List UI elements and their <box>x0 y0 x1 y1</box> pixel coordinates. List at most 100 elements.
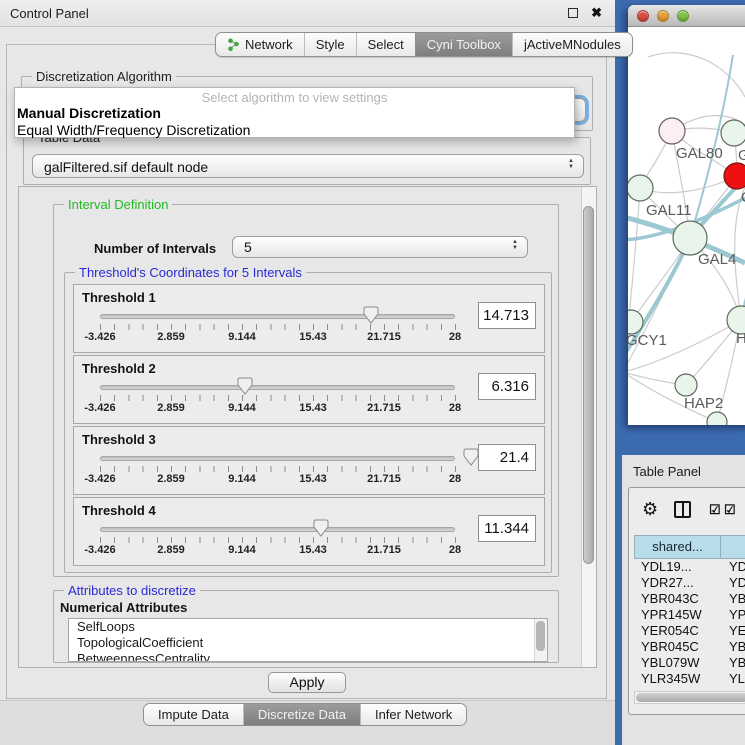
node-selected-red[interactable] <box>724 163 745 189</box>
node-label: GAL11 <box>646 202 692 219</box>
table-row[interactable]: YPR145WYPR1 <box>634 607 745 623</box>
network-window-titlebar <box>628 5 745 27</box>
tab-network[interactable]: Network <box>216 33 304 56</box>
threshold-3-slider-track[interactable] <box>100 456 455 461</box>
table-row[interactable]: YLR345WYLR3 <box>634 671 745 687</box>
threshold-1-value-field[interactable]: 14.713 <box>478 302 536 329</box>
threshold-2-label: Threshold 2 <box>82 361 156 376</box>
node-bottom[interactable] <box>707 412 727 425</box>
threshold-2-slider-thumb[interactable] <box>237 377 253 395</box>
interval-definition-group: Interval Definition Number of Intervals … <box>53 204 559 577</box>
threshold-3-label: Threshold 3 <box>82 432 156 447</box>
number-of-intervals-value: 5 <box>244 239 252 255</box>
menu-item-equal-width-frequency[interactable]: Equal Width/Frequency Discretization <box>17 122 250 138</box>
checkbox-icon[interactable]: ☑ <box>724 502 736 518</box>
combo-arrows-icon: ▲▼ <box>512 239 518 251</box>
float-window-icon[interactable] <box>568 8 578 18</box>
discretization-algorithm-label: Discretization Algorithm <box>32 69 176 84</box>
algorithm-placeholder: Select algorithm to view settings <box>15 90 574 105</box>
list-item[interactable]: BetweennessCentrality <box>69 651 547 662</box>
interval-definition-label: Interval Definition <box>64 197 172 212</box>
settings-scrollpane: Interval Definition Number of Intervals … <box>18 186 597 668</box>
network-canvas[interactable]: GAL80 GA C GAL11 GAL4 GCY1 H HAP2 <box>628 27 745 425</box>
cyni-bottom-tabs: Impute Data Discretize Data Infer Networ… <box>143 703 467 726</box>
table-data-combobox[interactable]: galFiltered.sif default node ▲▼ <box>32 154 584 178</box>
table-window: ⚙ ☑ ☑ shared... na YDL19...YDL1 YDR27...… <box>628 487 745 715</box>
slider-ticks <box>100 395 456 401</box>
tab-infer-network[interactable]: Infer Network <box>360 704 466 725</box>
node-ga[interactable] <box>721 120 745 146</box>
table-row[interactable]: YDL19...YDL1 <box>634 559 745 575</box>
node-label: H <box>736 330 745 347</box>
column-header-shared-name[interactable]: shared... <box>634 535 721 559</box>
tab-select[interactable]: Select <box>356 33 415 56</box>
control-panel-titlebar: Control Panel ✖ <box>0 0 615 27</box>
mac-close-button[interactable] <box>637 10 649 22</box>
slider-scale-labels: -3.4262.8599.14415.4321.71528 <box>100 473 455 486</box>
column-header-name[interactable]: na <box>721 535 745 559</box>
node-gal4[interactable] <box>673 221 707 255</box>
numerical-attributes-list[interactable]: SelfLoops TopologicalCoefficient Between… <box>68 618 548 662</box>
node-gal11[interactable] <box>628 175 653 201</box>
threshold-3-box: Threshold 3 -3.4262.8599.14415.4321.7152… <box>73 426 545 495</box>
table-row[interactable]: YDR27...YDR2 <box>634 575 745 591</box>
tab-discretize-data[interactable]: Discretize Data <box>243 704 360 725</box>
settings-scrollbar-thumb[interactable] <box>583 206 594 564</box>
threshold-4-box: Threshold 4 -3.4262.8599.14415.4321.7152… <box>73 497 545 566</box>
gear-icon[interactable]: ⚙ <box>642 499 658 520</box>
table-rows: YDL19...YDL1 YDR27...YDR2 YBR043CYBR0 YP… <box>634 559 745 690</box>
threshold-4-slider-thumb[interactable] <box>313 519 329 537</box>
threshold-2-value-field[interactable]: 6.316 <box>478 373 536 400</box>
threshold-4-value-field[interactable]: 11.344 <box>478 515 536 542</box>
table-row[interactable]: YER054CYER0 <box>634 623 745 639</box>
numerical-attributes-label: Numerical Attributes <box>60 600 187 615</box>
table-row[interactable]: YBL079WYBL0 <box>634 655 745 671</box>
threshold-1-label: Threshold 1 <box>82 290 156 305</box>
list-item[interactable]: SelfLoops <box>69 619 547 635</box>
table-horizontal-scrollbar[interactable] <box>634 691 745 704</box>
threshold-4-slider-track[interactable] <box>100 527 455 532</box>
number-of-intervals-combobox[interactable]: 5 ▲▼ <box>232 236 528 258</box>
app-root: Control Panel ✖ Discretization Algorithm… <box>0 0 745 745</box>
node-hap2[interactable] <box>675 374 697 396</box>
node-label: HAP2 <box>684 395 723 412</box>
node-label: GCY1 <box>628 332 667 349</box>
mac-zoom-button[interactable] <box>677 10 689 22</box>
threshold-3-slider-thumb[interactable] <box>463 448 479 466</box>
thresholds-group: Threshold's Coordinates for 5 Intervals … <box>64 272 552 573</box>
threshold-1-box: Threshold 1 -3.4262.8599.14415.4321.7152… <box>73 284 545 353</box>
attributes-group: Attributes to discretize Numerical Attri… <box>53 590 559 663</box>
table-horizontal-scrollbar-thumb[interactable] <box>636 693 745 702</box>
threshold-2-slider-track[interactable] <box>100 385 455 390</box>
threshold-3-value-field[interactable]: 21.4 <box>478 444 536 471</box>
table-row[interactable]: YBR043CYBR0 <box>634 591 745 607</box>
tab-impute-data[interactable]: Impute Data <box>144 704 243 725</box>
split-columns-icon[interactable] <box>674 501 691 518</box>
node-label: GAL4 <box>698 251 736 268</box>
list-scrollbar[interactable] <box>534 619 547 661</box>
table-panel: Table Panel ⚙ ☑ ☑ shared... na YDL19...Y… <box>622 455 745 745</box>
slider-ticks <box>100 466 456 472</box>
list-scrollbar-thumb[interactable] <box>536 621 545 651</box>
threshold-1-slider-track[interactable] <box>100 314 455 319</box>
threshold-1-slider-thumb[interactable] <box>363 306 379 324</box>
close-icon[interactable]: ✖ <box>591 5 602 21</box>
number-of-intervals-label: Number of Intervals <box>94 241 216 256</box>
tab-cyni-toolbox[interactable]: Cyni Toolbox <box>415 33 512 56</box>
checkbox-icon[interactable]: ☑ <box>709 502 721 518</box>
network-view-window: GAL80 GA C GAL11 GAL4 GCY1 H HAP2 <box>628 5 745 425</box>
slider-ticks <box>100 324 456 330</box>
table-row[interactable]: YIL052CYIL0 <box>634 687 745 690</box>
mac-minimize-button[interactable] <box>657 10 669 22</box>
apply-button[interactable]: Apply <box>268 672 346 693</box>
list-item[interactable]: TopologicalCoefficient <box>69 635 547 651</box>
tab-jactivemnodules[interactable]: jActiveMNodules <box>512 33 632 56</box>
slider-scale-labels: -3.4262.8599.14415.4321.71528 <box>100 402 455 415</box>
slider-scale-labels: -3.4262.8599.14415.4321.71528 <box>100 331 455 344</box>
table-row[interactable]: YBR045CYBR0 <box>634 639 745 655</box>
menu-item-manual-discretization[interactable]: Manual Discretization <box>17 105 161 121</box>
settings-scrollbar[interactable] <box>581 187 596 667</box>
tab-content-panel: Discretization Algorithm ▲▼ Table Data g… <box>6 44 607 699</box>
tab-style[interactable]: Style <box>304 33 356 56</box>
node-gal80[interactable] <box>659 118 685 144</box>
